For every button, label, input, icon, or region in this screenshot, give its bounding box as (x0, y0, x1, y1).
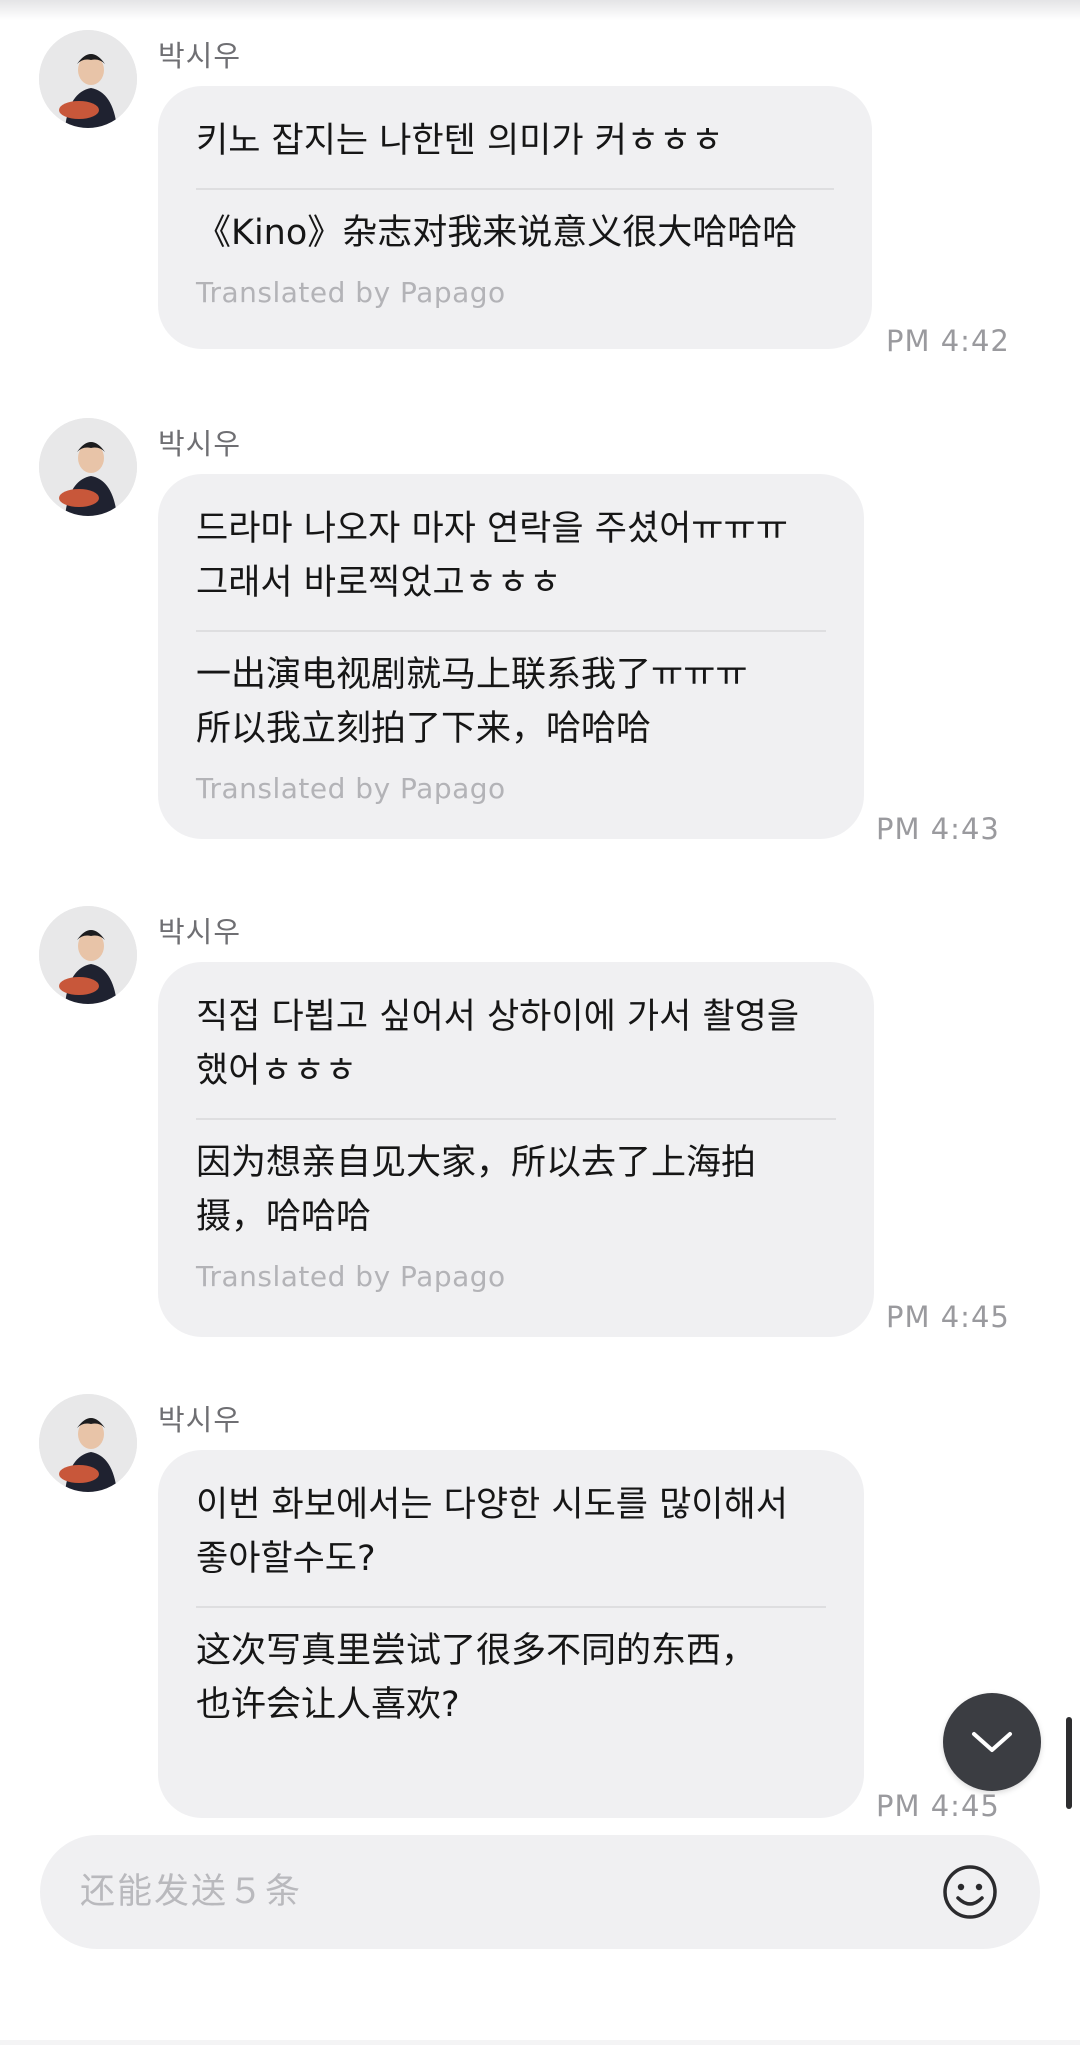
avatar[interactable] (39, 418, 137, 516)
top-fade (0, 0, 1080, 20)
original-text: 드라마 나오자 마자 연락을 주셨어ㅠㅠㅠ 그래서 바로찍었고ㅎㅎㅎ (196, 509, 788, 603)
message-bubble[interactable]: 이번 화보에서는 다양한 시도를 많이해서 좋아할수도? 这次写真里尝试了很多不… (158, 1450, 864, 1818)
avatar[interactable] (39, 30, 137, 128)
avatar-image (39, 418, 137, 516)
avatar[interactable] (39, 906, 137, 1004)
original-text: 이번 화보에서는 다양한 시도를 많이해서 좋아할수도? (196, 1485, 788, 1579)
translation-credit: Translated by Papago (196, 1260, 506, 1293)
message-bubble[interactable]: 드라마 나오자 마자 연락을 주셨어ㅠㅠㅠ 그래서 바로찍었고ㅎㅎㅎ 一出演电视… (158, 474, 864, 839)
scroll-to-bottom-button[interactable] (943, 1693, 1041, 1791)
translation-credit: Translated by Papago (196, 276, 506, 309)
original-text: 직접 다뵙고 싶어서 상하이에 가서 촬영을 했어ㅎㅎㅎ (196, 997, 800, 1091)
translation-credit: Translated by Papago (196, 772, 506, 805)
sender-name: 박시우 (158, 915, 242, 949)
sender-name: 박시우 (158, 39, 242, 73)
translated-text: 因为想亲自见大家，所以去了上海拍 摄，哈哈哈 (196, 1143, 757, 1237)
avatar[interactable] (39, 1394, 137, 1492)
timestamp: PM 4:42 (886, 324, 1010, 358)
avatar-image (39, 1394, 137, 1492)
chat-screen: 박시우 키노 잡지는 나한텐 의미가 커ㅎㅎㅎ 《Kino》杂志对我来说意义很大… (0, 0, 1080, 2045)
translation-divider (196, 1118, 836, 1120)
message-bubble[interactable]: 키노 잡지는 나한텐 의미가 커ㅎㅎㅎ 《Kino》杂志对我来说意义很大哈哈哈 … (158, 86, 872, 349)
sender-name: 박시우 (158, 427, 242, 461)
timestamp: PM 4:45 (886, 1300, 1010, 1334)
sender-name: 박시우 (158, 1403, 242, 1437)
translated-text: 这次写真里尝试了很多不同的东西， 也许会让人喜欢? (196, 1631, 757, 1725)
translated-text: 一出演电视剧就马上联系我了ㅠㅠㅠ 所以我立刻拍了下来，哈哈哈 (196, 655, 748, 749)
emoji-button[interactable] (940, 1862, 1000, 1922)
smiley-icon (943, 1865, 997, 1919)
message-input[interactable] (80, 1835, 920, 1949)
message-bubble[interactable]: 직접 다뵙고 싶어서 상하이에 가서 촬영을 했어ㅎㅎㅎ 因为想亲自见大家，所以… (158, 962, 874, 1337)
timestamp: PM 4:43 (876, 812, 1000, 846)
avatar-image (39, 906, 137, 1004)
message-input-bar (40, 1835, 1040, 1949)
translation-divider (196, 630, 826, 632)
translated-text: 《Kino》杂志对我来说意义很大哈哈哈 (196, 213, 798, 253)
timestamp: PM 4:45 (876, 1789, 1000, 1823)
translation-divider (196, 1606, 826, 1608)
chevron-down-icon (972, 1732, 1012, 1752)
avatar-image (39, 30, 137, 128)
original-text: 키노 잡지는 나한텐 의미가 커ㅎㅎㅎ (196, 121, 724, 161)
translation-credit-loading (196, 1752, 496, 1788)
bottom-edge (0, 2040, 1080, 2045)
translation-divider (196, 188, 834, 190)
scrollbar[interactable] (1066, 1717, 1072, 1809)
